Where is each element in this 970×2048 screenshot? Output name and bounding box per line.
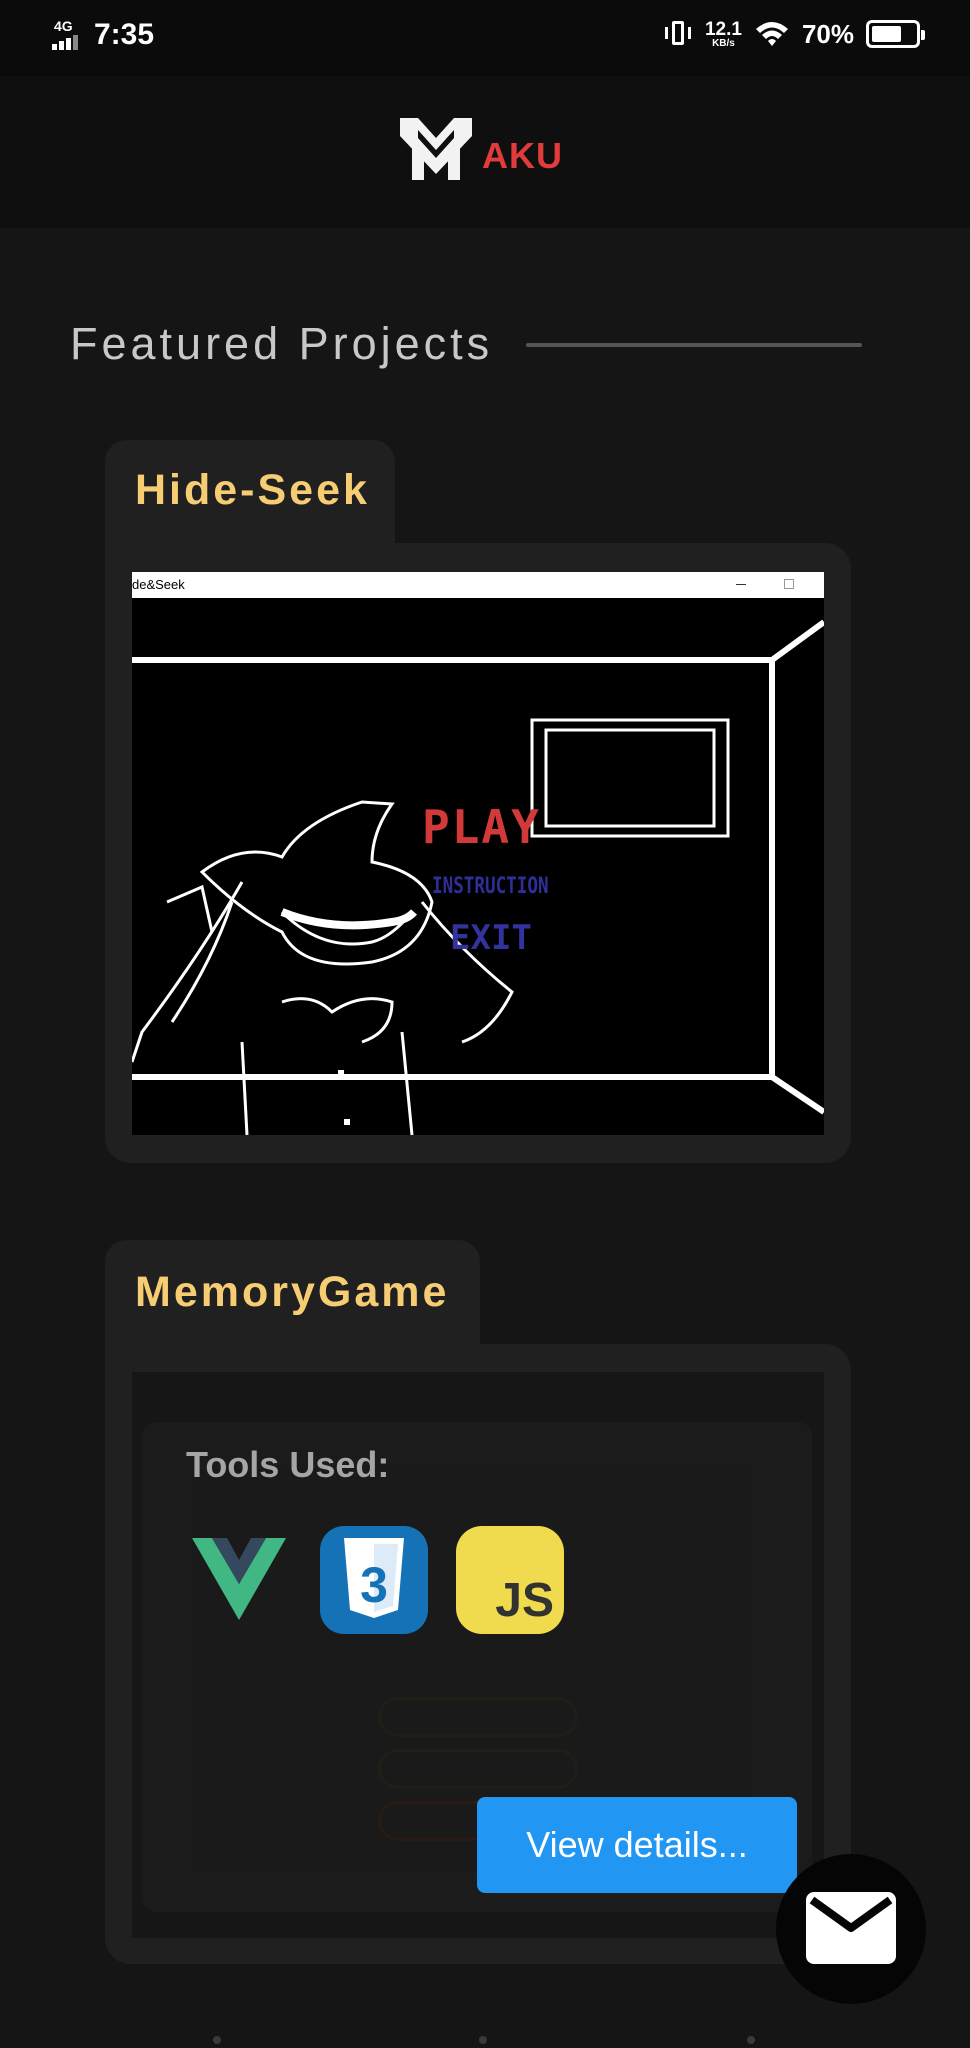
battery-icon [866, 20, 925, 48]
section-title: Featured Projects [70, 318, 494, 369]
network-type: 4G [54, 18, 73, 34]
battery-percent: 70% [801, 18, 854, 49]
js-text: JS [495, 1574, 554, 1627]
app-header: AKU [0, 76, 970, 228]
menu-play: PLAY [422, 800, 541, 854]
page-indicator-dot [213, 2036, 221, 2044]
signal-icon: 4G [52, 18, 82, 52]
mail-icon [806, 1892, 896, 1964]
network-speed: 12.1 KB/s [705, 20, 742, 49]
ghost-button [378, 1749, 578, 1789]
menu-instruction: INSTRUCTION [432, 874, 549, 899]
status-left: 4G 7:35 [52, 18, 154, 52]
css3-icon: 3 [320, 1526, 428, 1634]
project-card-tab: MemoryGame [105, 1240, 480, 1350]
speed-unit: KB/s [712, 37, 735, 49]
project-screenshot[interactable]: de&Seek PLAY INSTRUCTION EXIT [132, 572, 824, 1135]
view-details-button[interactable]: View details... [477, 1797, 797, 1893]
vue-icon [192, 1538, 286, 1620]
page-indicator-dot [479, 2036, 487, 2044]
status-bar: 4G 7:35 12.1 KB/s 70% [0, 0, 970, 76]
status-right: 12.1 KB/s 70% [663, 18, 925, 50]
vibrate-icon [663, 18, 693, 50]
page-indicator-dot [747, 2036, 755, 2044]
m-logo-icon [400, 118, 472, 180]
project-title: Hide-Seek [135, 466, 370, 514]
menu-exit: EXIT [450, 918, 532, 958]
section-divider [526, 343, 862, 347]
tools-label: Tools Used: [186, 1444, 390, 1485]
logo[interactable]: AKU [398, 116, 563, 182]
mail-button[interactable] [776, 1854, 926, 2004]
project-card-tab: Hide-Seek [105, 440, 395, 550]
wifi-icon [755, 22, 788, 46]
clock: 7:35 [94, 18, 155, 51]
speed-value: 12.1 [704, 18, 742, 40]
ghost-button [378, 1697, 578, 1737]
javascript-icon: JS [456, 1526, 564, 1634]
logo-text: AKU [482, 135, 563, 176]
svg-text:3: 3 [360, 1557, 388, 1613]
project-title: MemoryGame [135, 1268, 450, 1316]
